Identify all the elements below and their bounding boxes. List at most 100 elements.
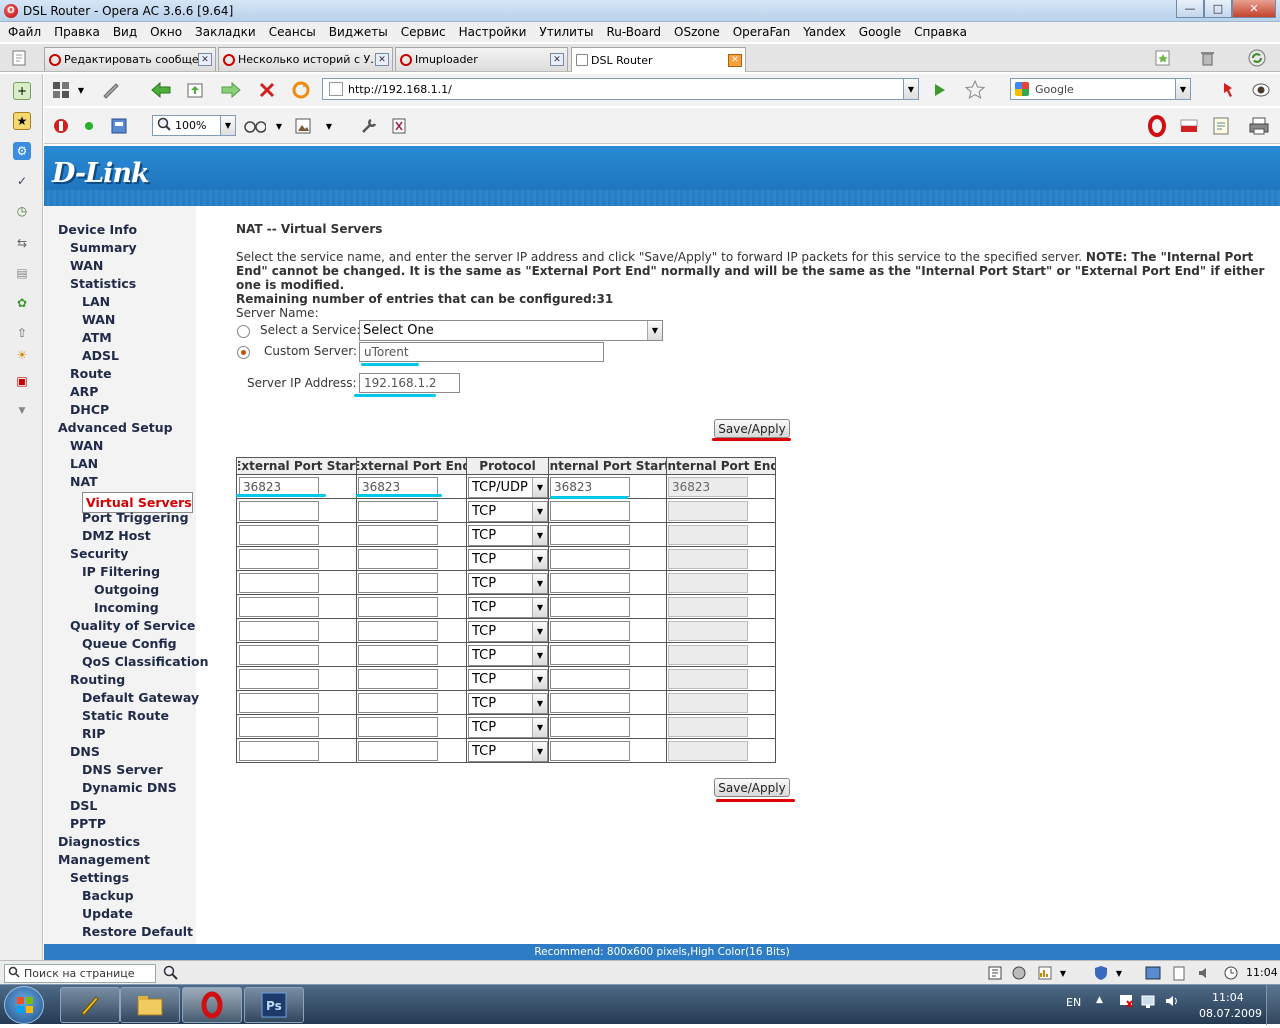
protocol-select[interactable]: TCP/UDP ▼ xyxy=(468,477,548,498)
nav-item-update[interactable]: Update xyxy=(82,906,133,921)
print-icon[interactable] xyxy=(1248,115,1270,137)
protocol-select[interactable]: TCP ▼ xyxy=(468,549,548,570)
tab-close-icon[interactable]: ✕ xyxy=(198,53,212,66)
nav-item-lan[interactable]: LAN xyxy=(70,456,98,471)
search-field[interactable]: Google xyxy=(1010,78,1176,100)
notes-icon[interactable] xyxy=(388,115,410,137)
opera-logo-icon[interactable] xyxy=(1146,115,1168,137)
panel-more-icon[interactable]: ▼ xyxy=(13,402,31,420)
search-engine-dropdown-icon[interactable]: ▼ xyxy=(1175,78,1191,100)
nav-item-routing[interactable]: Routing xyxy=(70,672,125,687)
protocol-select[interactable]: TCP ▼ xyxy=(468,501,548,522)
protocol-select[interactable]: TCP ▼ xyxy=(468,645,548,666)
glasses-dropdown-icon[interactable]: ▼ xyxy=(268,115,290,137)
ext-port-start-input[interactable] xyxy=(239,717,319,737)
menu-item[interactable]: Сервис xyxy=(401,25,446,39)
language-indicator[interactable]: EN xyxy=(1066,996,1081,1009)
tab-imuploader[interactable]: Imuploader ✕ xyxy=(395,47,568,71)
menu-item[interactable]: Ru-Board xyxy=(606,25,661,39)
protocol-select[interactable]: TCP ▼ xyxy=(468,621,548,642)
nav-item-atm[interactable]: ATM xyxy=(82,330,112,345)
menu-item[interactable]: Google xyxy=(859,25,901,39)
contacts-panel-icon[interactable]: ✿ xyxy=(13,294,31,312)
bookmarks-panel-icon[interactable]: ★ xyxy=(13,112,31,130)
shield-dropdown-icon[interactable]: ▼ xyxy=(1108,962,1130,984)
protocol-select[interactable]: TCP ▼ xyxy=(468,573,548,594)
tray-flag-icon[interactable] xyxy=(1118,993,1134,1012)
menu-item[interactable]: OperaFan xyxy=(733,25,791,39)
back-arrow-icon[interactable] xyxy=(150,79,172,101)
tray-volume-icon[interactable] xyxy=(1164,993,1180,1012)
int-port-start-input[interactable] xyxy=(550,573,630,593)
maximize-button[interactable]: □ xyxy=(1204,0,1232,18)
ext-port-end-input[interactable] xyxy=(358,501,438,521)
nav-item-dsl[interactable]: DSL xyxy=(70,798,97,813)
minimize-button[interactable]: — xyxy=(1176,0,1204,18)
nav-item-adsl[interactable]: ADSL xyxy=(82,348,119,363)
trash-icon[interactable] xyxy=(1196,47,1218,69)
mail-panel-icon[interactable]: ✓ xyxy=(13,172,31,190)
nav-item-rip[interactable]: RIP xyxy=(82,726,105,741)
ext-port-end-input[interactable] xyxy=(358,669,438,689)
wrench-icon[interactable] xyxy=(358,115,380,137)
address-dropdown-icon[interactable]: ▼ xyxy=(903,78,919,100)
nav-item-restore-default[interactable]: Restore Default xyxy=(82,924,193,939)
nav-item-statistics[interactable]: Statistics xyxy=(70,276,136,291)
cache-icon[interactable] xyxy=(108,115,130,137)
save-apply-button-bottom[interactable]: Save/Apply xyxy=(714,778,790,797)
menu-item[interactable]: OSzone xyxy=(674,25,720,39)
ext-port-end-input[interactable] xyxy=(358,525,438,545)
nav-item-summary[interactable]: Summary xyxy=(70,240,137,255)
ext-port-end-input[interactable] xyxy=(358,549,438,569)
protocol-select[interactable]: TCP ▼ xyxy=(468,693,548,714)
new-tab-icon[interactable] xyxy=(8,47,30,69)
menu-item[interactable]: Закладки xyxy=(195,25,256,39)
volume-icon[interactable] xyxy=(1194,962,1216,984)
tray-expand-icon[interactable]: ▲ xyxy=(1096,995,1103,1005)
notepad-icon[interactable] xyxy=(1210,115,1232,137)
int-port-start-input[interactable] xyxy=(550,597,630,617)
start-button[interactable] xyxy=(4,986,44,1024)
ext-port-start-input[interactable] xyxy=(239,669,319,689)
notes-panel-icon[interactable]: ▤ xyxy=(13,264,31,282)
bookmark-star-icon[interactable] xyxy=(964,79,986,101)
ext-port-start-input[interactable] xyxy=(239,597,319,617)
protocol-select[interactable]: TCP ▼ xyxy=(468,525,548,546)
nav-item-quality-of-service[interactable]: Quality of Service xyxy=(70,618,195,633)
nav-item-management[interactable]: Management xyxy=(58,852,150,867)
menu-item[interactable]: Правка xyxy=(54,25,100,39)
protocol-select[interactable]: TCP ▼ xyxy=(468,669,548,690)
nav-item-wan[interactable]: WAN xyxy=(70,258,103,273)
tray-network-icon[interactable] xyxy=(1140,993,1158,1012)
ext-port-end-input[interactable] xyxy=(358,597,438,617)
ext-port-end-input[interactable] xyxy=(358,741,438,761)
pin-icon[interactable] xyxy=(1216,79,1238,101)
photoshop-icon[interactable]: Ps xyxy=(244,987,304,1023)
tab-several-stories[interactable]: Несколько историй с У... ✕ xyxy=(218,47,393,71)
int-port-start-input[interactable] xyxy=(550,549,630,569)
tab-edit-message[interactable]: Редактировать сообще... ✕ xyxy=(44,47,216,71)
ext-port-end-input[interactable] xyxy=(358,693,438,713)
nav-item-default-gateway[interactable]: Default Gateway xyxy=(82,690,199,705)
menu-item[interactable]: Вид xyxy=(113,25,137,39)
nav-item-dhcp[interactable]: DHCP xyxy=(70,402,109,417)
save-apply-button-top[interactable]: Save/Apply xyxy=(714,419,790,438)
ext-port-start-input[interactable] xyxy=(239,573,319,593)
ext-port-end-input[interactable] xyxy=(358,645,438,665)
ext-port-start-input[interactable] xyxy=(239,693,319,713)
ext-port-start-input[interactable] xyxy=(239,549,319,569)
int-port-start-input[interactable] xyxy=(550,669,630,689)
nav-item-static-route[interactable]: Static Route xyxy=(82,708,169,723)
chart-dropdown-icon[interactable]: ▼ xyxy=(1052,962,1074,984)
menu-item[interactable]: Сеансы xyxy=(269,25,316,39)
links-panel-icon[interactable]: ⇧ xyxy=(13,324,31,342)
widgets-panel-icon[interactable]: ⚙ xyxy=(13,142,31,160)
go-icon[interactable] xyxy=(928,79,950,101)
ext-port-end-input[interactable] xyxy=(358,717,438,737)
int-port-start-input[interactable] xyxy=(550,693,630,713)
nav-item-dynamic-dns[interactable]: Dynamic DNS xyxy=(82,780,177,795)
menu-item[interactable]: Окно xyxy=(150,25,182,39)
panel-add-icon[interactable]: + xyxy=(13,82,31,100)
int-port-start-input[interactable] xyxy=(550,525,630,545)
server-ip-input[interactable]: 192.168.1.2 xyxy=(359,373,460,393)
